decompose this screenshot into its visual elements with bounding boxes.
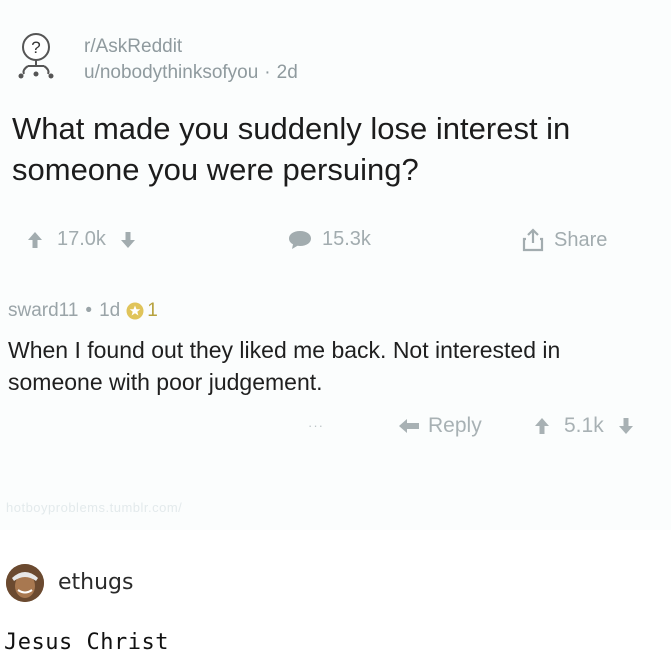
share-icon (522, 228, 544, 252)
reddit-post-card: ? r/AskReddit u/nobodythinksofyou · 2d Wha… (0, 0, 671, 530)
tumblr-watermark: hotboyproblems.tumblr.com/ (6, 500, 183, 515)
post-age: 2d (276, 62, 298, 83)
reply-button[interactable]: Reply (398, 414, 482, 438)
comments-button[interactable]: 15.3k (288, 228, 371, 251)
comment-count: 15.3k (322, 228, 371, 250)
gold-award-icon (126, 302, 144, 320)
avatar-image (6, 564, 44, 602)
meta-separator: · (264, 62, 271, 83)
reblog-username[interactable]: ethugs (58, 570, 133, 595)
reply-arrow-icon (399, 419, 419, 433)
comment-upvote-icon[interactable] (534, 417, 550, 435)
comment-author[interactable]: sward11 (8, 300, 78, 322)
comment-vote-count: 5.1k (564, 414, 604, 437)
tumblr-reblog: ethugs Jesus Christ (0, 530, 671, 671)
comment-meta: sward11 • 1d 1 (8, 300, 158, 322)
reply-label: Reply (428, 414, 482, 437)
comment-vote-group: 5.1k (534, 414, 634, 438)
comment-meta-separator: • (85, 300, 93, 321)
post-title[interactable]: What made you suddenly lose interest in … (12, 108, 652, 190)
post-action-bar: 17.0k 15.3k Share (0, 228, 671, 258)
upvote-arrow-icon[interactable] (27, 231, 43, 249)
subreddit-icon[interactable]: ? (10, 30, 62, 82)
reblog-comment: Jesus Christ (4, 630, 169, 655)
post-meta: u/nobodythinksofyou · 2d (84, 62, 298, 84)
comment-bubble-icon (289, 230, 311, 249)
post-vote-group: 17.0k (27, 228, 136, 251)
more-options-icon[interactable]: ··· (308, 418, 324, 433)
downvote-arrow-icon[interactable] (120, 231, 136, 249)
comment-body: When I found out they liked me back. Not… (8, 337, 561, 395)
svg-text:?: ? (31, 38, 40, 57)
comment-age: 1d (99, 300, 121, 321)
subreddit-name[interactable]: r/AskReddit (84, 36, 182, 58)
post-author[interactable]: u/nobodythinksofyou (84, 62, 258, 83)
avatar[interactable] (6, 564, 44, 602)
share-label: Share (554, 228, 608, 251)
comment-downvote-icon[interactable] (618, 417, 634, 435)
gold-count: 1 (147, 300, 158, 321)
share-button[interactable]: Share (522, 228, 607, 252)
post-vote-count: 17.0k (57, 228, 106, 250)
